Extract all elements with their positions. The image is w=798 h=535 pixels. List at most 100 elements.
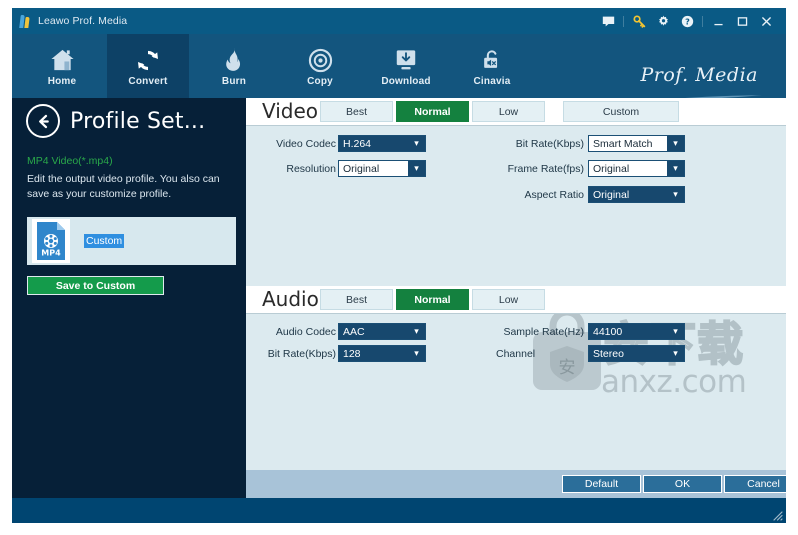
close-icon[interactable] bbox=[754, 8, 778, 34]
svg-text:?: ? bbox=[685, 16, 690, 26]
flame-icon bbox=[222, 45, 247, 73]
watermark-cn-text: 安下载 bbox=[602, 316, 744, 372]
nav-label: Burn bbox=[221, 76, 247, 87]
resize-grip[interactable] bbox=[771, 508, 783, 521]
aspect-ratio-label: Aspect Ratio bbox=[524, 189, 584, 201]
audio-quality-tab-low[interactable]: Low bbox=[472, 289, 545, 310]
key-icon[interactable] bbox=[627, 8, 651, 34]
gear-icon[interactable] bbox=[651, 8, 675, 34]
chevron-down-icon: ▾ bbox=[408, 161, 425, 176]
nav-item-cinavia[interactable]: Cinavia bbox=[451, 34, 533, 98]
audio-codec-label: Audio Codec bbox=[275, 326, 336, 338]
frame-rate-label: Frame Rate(fps) bbox=[507, 163, 584, 175]
window-controls: ? bbox=[596, 8, 778, 34]
video-codec-dropdown[interactable]: H.264 ▾ bbox=[338, 135, 426, 152]
sample-rate-value: 44100 bbox=[593, 325, 623, 338]
nav-label: Convert bbox=[128, 76, 168, 87]
video-section-header: Video Best Normal Low Custom bbox=[246, 98, 786, 125]
convert-icon bbox=[135, 45, 161, 73]
chevron-down-icon: ▾ bbox=[408, 136, 425, 151]
channel-value: Stereo bbox=[593, 347, 624, 360]
window-status-bar bbox=[12, 498, 786, 523]
profile-card[interactable]: MP4 Custom bbox=[27, 217, 236, 265]
settings-content: Video Best Normal Low Custom Video Codec… bbox=[246, 98, 786, 498]
video-section-title: Video bbox=[262, 99, 319, 123]
maximize-icon[interactable] bbox=[730, 8, 754, 34]
sample-rate-dropdown[interactable]: 44100 ▾ bbox=[588, 323, 685, 340]
dialog-footer: Default OK Cancel bbox=[246, 470, 786, 498]
home-icon bbox=[49, 45, 76, 73]
app-title: Leawo Prof. Media bbox=[38, 15, 128, 27]
help-icon[interactable]: ? bbox=[675, 8, 699, 34]
resolution-dropdown[interactable]: Original ▾ bbox=[338, 160, 426, 177]
video-codec-value: H.264 bbox=[343, 137, 372, 150]
default-button[interactable]: Default bbox=[562, 475, 641, 493]
divider bbox=[702, 15, 703, 27]
nav-item-download[interactable]: Download bbox=[365, 34, 447, 98]
bit-rate-label: Bit Rate(Kbps) bbox=[515, 138, 584, 150]
leawo-logo-icon bbox=[19, 14, 32, 28]
video-divider bbox=[246, 125, 786, 126]
mp4-film-icon: MP4 bbox=[32, 219, 70, 263]
back-arrow-icon[interactable] bbox=[26, 104, 60, 138]
aspect-ratio-value: Original bbox=[593, 188, 630, 201]
panel-header: Profile Set... bbox=[26, 104, 205, 138]
frame-rate-value: Original bbox=[593, 162, 630, 175]
watermark-en-text: anxz.com bbox=[601, 364, 747, 400]
audio-codec-value: AAC bbox=[343, 325, 365, 338]
cinavia-unlock-icon bbox=[480, 45, 504, 73]
chevron-down-icon: ▾ bbox=[667, 161, 684, 176]
video-quality-tab-low[interactable]: Low bbox=[472, 101, 545, 122]
channel-dropdown[interactable]: Stereo ▾ bbox=[588, 345, 685, 362]
profile-sidebar: Profile Set... MP4 Video(*.mp4) Edit the… bbox=[12, 98, 246, 498]
title-bar: Leawo Prof. Media ? bbox=[12, 8, 786, 34]
application-window: Leawo Prof. Media ? Home Convert Burn Co… bbox=[12, 8, 786, 523]
video-quality-tab-best[interactable]: Best bbox=[320, 101, 393, 122]
nav-label: Cinavia bbox=[473, 76, 511, 87]
audio-divider bbox=[246, 313, 786, 314]
frame-rate-dropdown[interactable]: Original ▾ bbox=[588, 160, 685, 177]
message-icon[interactable] bbox=[596, 8, 620, 34]
video-quality-tab-normal[interactable]: Normal bbox=[396, 101, 469, 122]
divider bbox=[623, 15, 624, 27]
save-to-custom-button[interactable]: Save to Custom bbox=[27, 276, 164, 295]
chevron-down-icon: ▾ bbox=[667, 346, 684, 361]
audio-section-header: Audio Best Normal Low bbox=[246, 286, 786, 313]
nav-item-burn[interactable]: Burn bbox=[193, 34, 275, 98]
svg-text:安: 安 bbox=[559, 358, 576, 378]
video-quality-tab-custom[interactable]: Custom bbox=[563, 101, 679, 122]
profile-format-label: MP4 Video(*.mp4) bbox=[27, 155, 113, 167]
nav-item-convert[interactable]: Convert bbox=[107, 34, 189, 98]
nav-item-copy[interactable]: Copy bbox=[279, 34, 361, 98]
ok-button[interactable]: OK bbox=[643, 475, 722, 493]
brand-wordmark: Prof. Media bbox=[640, 64, 758, 86]
profile-name-input[interactable]: Custom bbox=[84, 234, 125, 248]
nav-label: Home bbox=[47, 76, 77, 87]
aspect-ratio-dropdown[interactable]: Original ▾ bbox=[588, 186, 685, 203]
page-title: Profile Set... bbox=[70, 108, 206, 134]
audio-bit-rate-value: 128 bbox=[343, 347, 361, 360]
nav-item-home[interactable]: Home bbox=[21, 34, 103, 98]
audio-codec-dropdown[interactable]: AAC ▾ bbox=[338, 323, 426, 340]
minimize-icon[interactable] bbox=[706, 8, 730, 34]
download-icon bbox=[394, 45, 418, 73]
nav-label: Download bbox=[381, 76, 431, 87]
audio-section-title: Audio bbox=[262, 287, 319, 311]
svg-text:MP4: MP4 bbox=[41, 249, 61, 258]
audio-bit-rate-dropdown[interactable]: 128 ▾ bbox=[338, 345, 426, 362]
audio-quality-tab-normal[interactable]: Normal bbox=[396, 289, 469, 310]
audio-quality-tab-best[interactable]: Best bbox=[320, 289, 393, 310]
chevron-down-icon: ▾ bbox=[408, 346, 425, 361]
chevron-down-icon: ▾ bbox=[667, 136, 684, 151]
bit-rate-dropdown[interactable]: Smart Match ▾ bbox=[588, 135, 685, 152]
disc-icon bbox=[308, 45, 333, 73]
channel-label: Channel bbox=[496, 348, 536, 360]
nav-label: Copy bbox=[307, 76, 333, 87]
chevron-down-icon: ▾ bbox=[667, 324, 684, 339]
profile-description: Edit the output video profile. You also … bbox=[27, 173, 220, 200]
sample-rate-label: Sample Rate(Hz) bbox=[503, 326, 584, 338]
audio-bit-rate-label: Bit Rate(Kbps) bbox=[267, 348, 336, 360]
chevron-down-icon: ▾ bbox=[667, 187, 684, 202]
cancel-button[interactable]: Cancel bbox=[724, 475, 786, 493]
resolution-value: Original bbox=[343, 162, 380, 175]
